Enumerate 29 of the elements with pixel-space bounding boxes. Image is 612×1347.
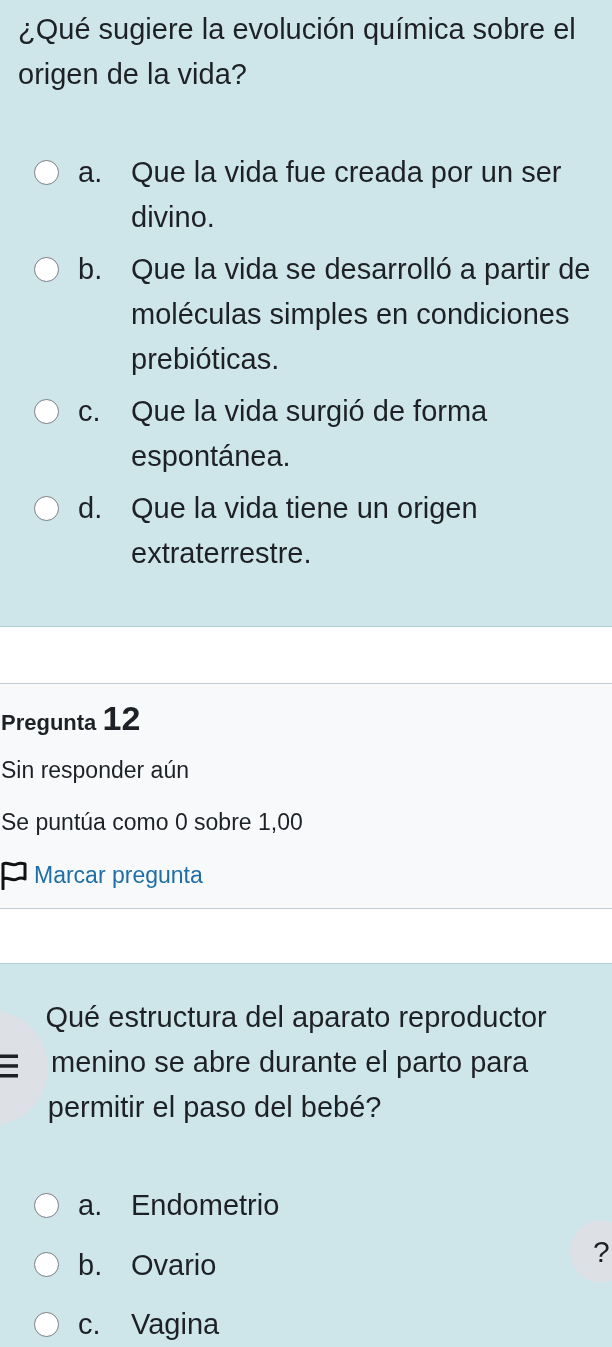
question-text: Qué estructura del aparato reproductor menino se abre durante el parto para permitir el paso del bebé? <box>45 1001 547 1123</box>
status-text: Sin responder aún <box>1 756 190 785</box>
radio-button[interactable] <box>34 495 59 521</box>
answer-label[interactable]: Endometrio <box>131 1183 280 1228</box>
radio-button[interactable] <box>34 1311 59 1337</box>
question-number-heading: Pregunta 12 <box>1 698 142 738</box>
option-letter: b. <box>78 1248 103 1281</box>
radio-button[interactable] <box>34 256 59 282</box>
radio-button[interactable] <box>34 1252 59 1277</box>
grade-text: Se puntúa como 0 sobre 1,00 <box>1 808 304 837</box>
answer-label[interactable]: Que la vida surgió de forma espontánea. <box>131 389 608 479</box>
help-button[interactable]: ? <box>570 1220 612 1283</box>
option-letter: c. <box>78 1308 101 1340</box>
flag-question-link[interactable]: Marcar pregunta <box>1 858 203 892</box>
option-letter: a. <box>78 156 103 188</box>
option-letter: b. <box>78 253 103 285</box>
answer-label[interactable]: Que la vida fue creada por un ser divino. <box>131 150 608 240</box>
radio-button[interactable] <box>34 1192 59 1218</box>
question-text: ¿Qué sugiere la evolución química sobre el origen de la vida? <box>18 12 576 90</box>
answer-label[interactable]: Que la vida tiene un origen extraterrestre. <box>131 486 608 576</box>
option-letter: d. <box>78 492 103 524</box>
option-letter: a. <box>78 1189 103 1221</box>
answer-label[interactable]: Ovario <box>131 1242 217 1288</box>
radio-button[interactable] <box>34 398 59 424</box>
option-letter: c. <box>78 395 101 427</box>
menu-icon <box>0 1054 18 1078</box>
answer-label[interactable]: Que la vida se desarrolló a partir de moléculas simples en condiciones prebióticas. <box>131 247 608 382</box>
radio-button[interactable] <box>34 159 59 185</box>
answer-label[interactable]: Vagina <box>131 1302 220 1347</box>
